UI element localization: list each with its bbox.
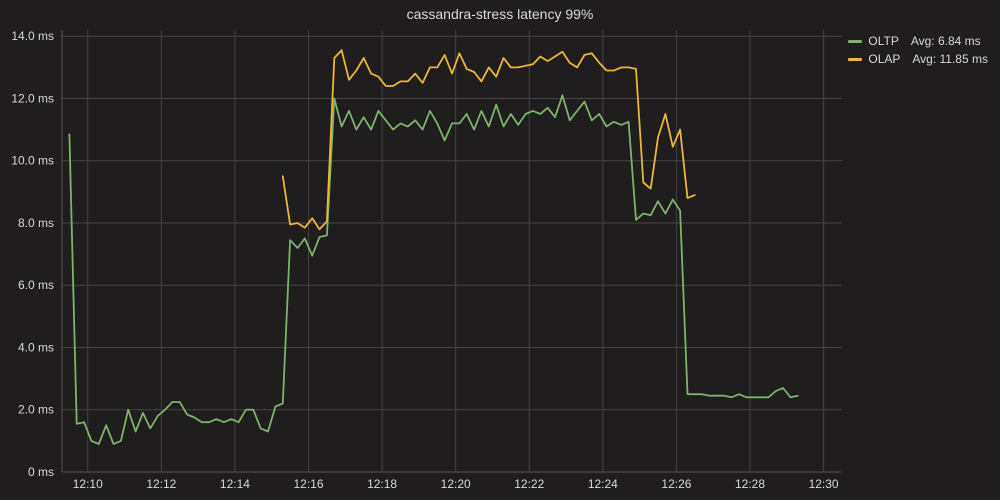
svg-text:12:18: 12:18 [367,477,397,491]
svg-text:12:28: 12:28 [735,477,765,491]
legend-item-olap[interactable]: OLAP Avg: 11.85 ms [848,52,988,66]
legend: OLTP Avg: 6.84 ms OLAP Avg: 11.85 ms [848,34,988,70]
svg-text:0 ms: 0 ms [28,465,54,479]
svg-text:14.0 ms: 14.0 ms [11,29,54,43]
plot-area[interactable]: 0 ms 2.0 ms 4.0 ms 6.0 ms 8.0 ms 10.0 ms 12.0 … [0,26,1000,500]
svg-text:12:24: 12:24 [588,477,618,491]
svg-text:12:12: 12:12 [146,477,176,491]
svg-text:12:14: 12:14 [220,477,250,491]
legend-label-oltp: OLTP [868,34,898,48]
svg-text:2.0 ms: 2.0 ms [18,403,54,417]
svg-text:6.0 ms: 6.0 ms [18,278,54,292]
legend-swatch-olap [848,58,862,61]
legend-stat-olap: Avg: 11.85 ms [912,52,988,66]
chart-panel: cassandra-stress latency 99% 0 ms 2.0 ms 4… [0,0,1000,500]
chart-svg: 0 ms 2.0 ms 4.0 ms 6.0 ms 8.0 ms 10.0 ms 12.0 … [0,26,1000,500]
svg-text:12:30: 12:30 [809,477,839,491]
chart-title: cassandra-stress latency 99% [0,0,1000,22]
svg-text:12:10: 12:10 [73,477,103,491]
svg-text:8.0 ms: 8.0 ms [18,216,54,230]
svg-text:4.0 ms: 4.0 ms [18,340,54,354]
svg-text:12:26: 12:26 [661,477,691,491]
svg-text:12.0 ms: 12.0 ms [11,91,54,105]
svg-text:10.0 ms: 10.0 ms [11,154,54,168]
svg-text:12:22: 12:22 [514,477,544,491]
legend-label-olap: OLAP [868,52,900,66]
svg-text:12:16: 12:16 [293,477,323,491]
legend-stat-oltp: Avg: 6.84 ms [911,34,981,48]
svg-text:12:20: 12:20 [441,477,471,491]
legend-swatch-oltp [848,40,862,43]
legend-item-oltp[interactable]: OLTP Avg: 6.84 ms [848,34,988,48]
